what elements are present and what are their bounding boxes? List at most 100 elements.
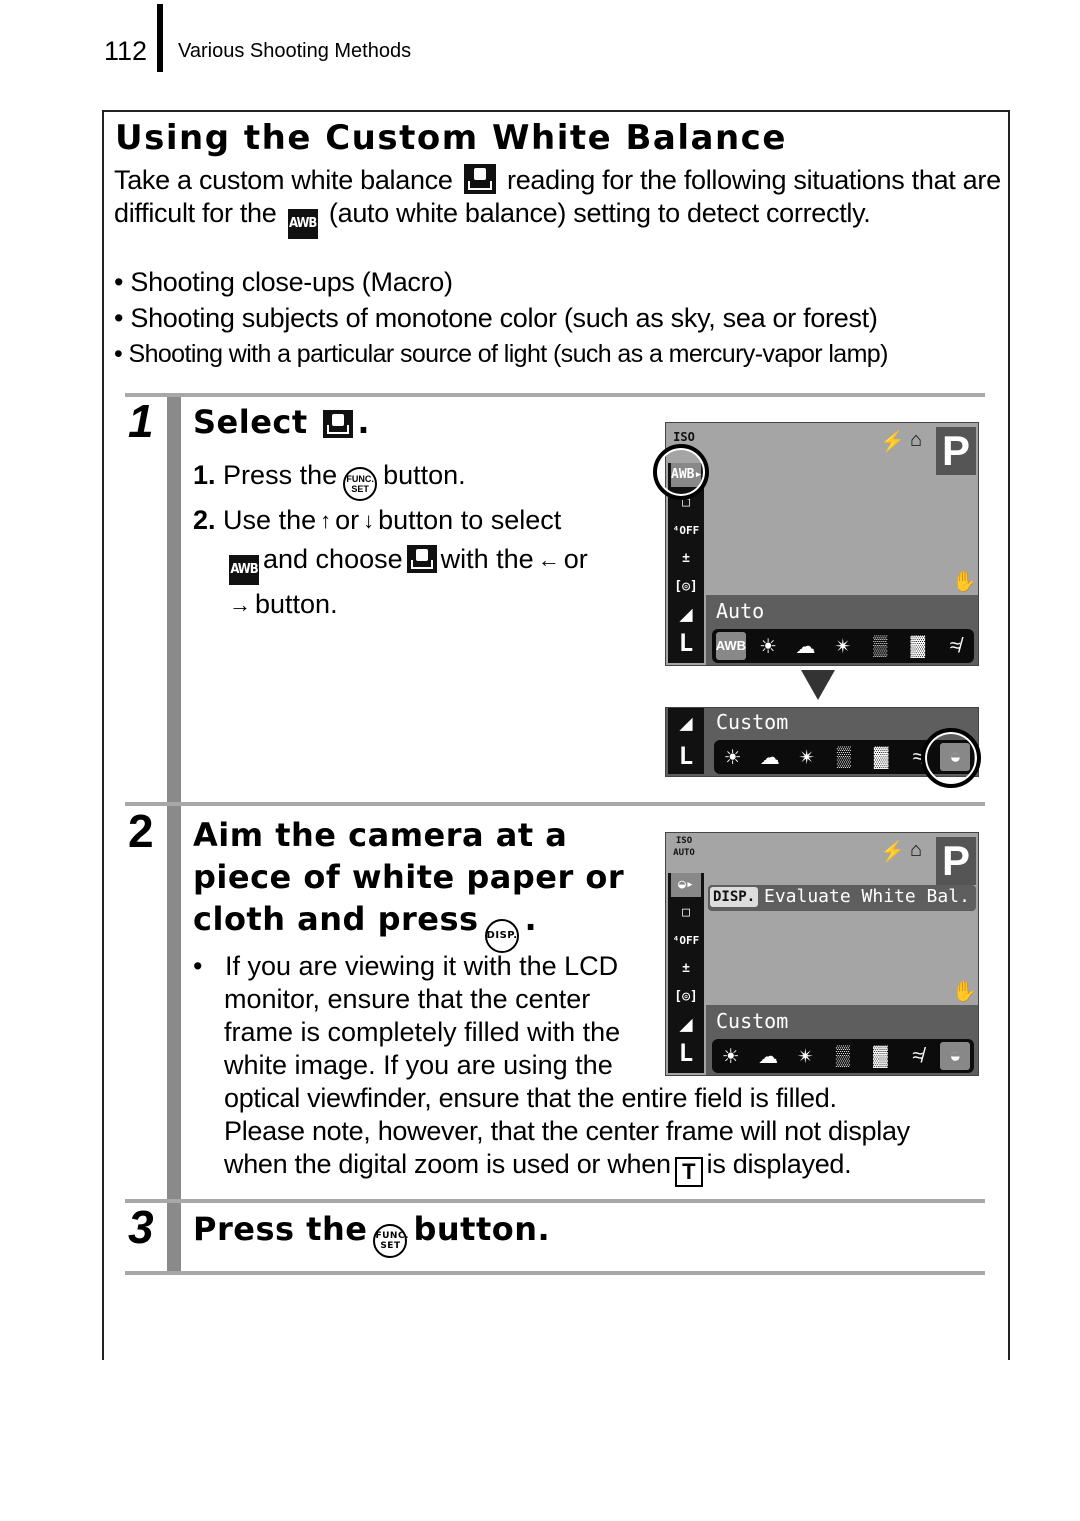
- wb-cloudy-icon: ☁: [759, 746, 780, 769]
- lcd-bottom-panel: Custom ☀ ☁ ✴ ▒ ▓ ≉ ◒: [706, 1005, 978, 1075]
- lcd-sidebar: ◢ L: [668, 708, 704, 774]
- step-instructions: 1. Press the FUNC. SET button. 2. Use the ↑ o…: [193, 456, 653, 624]
- custom-wb-icon: [406, 545, 437, 573]
- custom-wb-icon: [323, 410, 354, 438]
- telephoto-icon: T: [674, 1157, 703, 1187]
- wb-fluorescent-icon: ▒: [835, 1044, 851, 1067]
- step-heading: Select .: [193, 403, 370, 441]
- highlight-circle: [921, 728, 981, 788]
- drive-icon: □: [682, 905, 690, 920]
- awb-icon: AWB: [287, 209, 318, 239]
- situation-list: • Shooting close-ups (Macro) • Shooting …: [114, 266, 1004, 374]
- step-bar: [167, 806, 181, 1200]
- evaluate-wb-banner: DISP. Evaluate White Bal.: [708, 885, 976, 911]
- func-set-button-icon: FUNC. SET: [343, 467, 378, 501]
- disp-label: DISP.: [710, 887, 759, 907]
- quality-icon: ◢: [679, 1012, 693, 1037]
- camera-shake-icon: ✋: [952, 981, 977, 1003]
- wb-tungsten-icon: ✴: [798, 746, 816, 769]
- wb-custom-icon: ◒: [940, 1042, 971, 1070]
- wb-mode-label: Custom: [716, 1009, 789, 1033]
- camera-orientation-icon: ⌂: [910, 839, 923, 861]
- wb-tungsten-icon: ✴: [797, 1045, 814, 1068]
- wb-daylight-icon: ☀: [723, 746, 742, 769]
- wb-fluorescent-h-icon: ▓: [910, 634, 926, 657]
- exposure-comp-icon: ±: [682, 551, 690, 566]
- step-heading: Press the FUNC. SET button.: [193, 1210, 550, 1258]
- section-name: Various Shooting Methods: [178, 40, 412, 62]
- step-bar: [167, 1203, 181, 1271]
- flash-off-icon: ⁴OFF: [672, 524, 700, 537]
- wb-menu-item: ◒▸: [671, 873, 701, 897]
- lcd-screen-evaluate: ISO AUTO ◒▸ □ ⁴OFF ± [◎] ◢ L ⚡ ⌂ P DISP.…: [665, 832, 979, 1076]
- wb-cloudy-icon: ☁: [758, 1045, 779, 1068]
- list-item: • Shooting close-ups (Macro): [114, 267, 453, 297]
- size-icon: L: [678, 629, 694, 657]
- wb-mode-label: Auto: [716, 599, 765, 623]
- highlight-circle: [653, 444, 709, 500]
- quality-icon: ◢: [679, 602, 693, 627]
- flash-icon: ⚡: [880, 431, 905, 453]
- down-arrow-icon: ↓: [363, 508, 375, 533]
- down-arrow-icon: [801, 670, 835, 700]
- step-divider: [125, 393, 985, 397]
- step-divider: [125, 1199, 985, 1203]
- substep-cont: AWB and choose with the ← or: [193, 540, 653, 585]
- wb-fluorescent-h-icon: ▓: [873, 745, 889, 768]
- wb-fluorescent-h-icon: ▓: [873, 1044, 888, 1067]
- step-number: 1: [128, 395, 154, 447]
- substep: 2. Use the ↑ or ↓ button to select: [193, 505, 562, 535]
- substep-cont: → button.: [229, 589, 338, 619]
- mode-indicator: P: [936, 427, 976, 475]
- size-icon: L: [678, 1039, 694, 1067]
- exposure-comp-icon: ±: [682, 961, 690, 976]
- camera-shake-icon: ✋: [952, 571, 977, 593]
- intro-text: Take a custom white balance: [114, 165, 453, 195]
- quality-icon: ◢: [679, 711, 693, 736]
- step-number: 3: [128, 1201, 154, 1253]
- substep: 1. Press the FUNC. SET button.: [193, 456, 653, 501]
- page-title: Using the Custom White Balance: [115, 118, 787, 158]
- wb-tungsten-icon: ✴: [834, 635, 852, 658]
- lcd-bottom-panel: Auto AWB ☀ ☁ ✴ ▒ ▓ ≉: [706, 595, 978, 665]
- func-set-button-icon: FUNC. SET: [373, 1224, 408, 1258]
- intro-text: (auto white balance) setting to detect c…: [328, 198, 871, 228]
- evaluate-message: Evaluate White Bal.: [764, 886, 970, 907]
- awb-icon: AWB: [229, 555, 259, 585]
- list-item: • Shooting with a particular source of l…: [114, 340, 888, 368]
- right-arrow-icon: →: [229, 592, 251, 617]
- wb-cloudy-icon: ☁: [795, 635, 816, 658]
- step-divider: [125, 802, 985, 806]
- wb-options-strip: AWB ☀ ☁ ✴ ▒ ▓ ≉: [712, 629, 974, 663]
- header-divider: [157, 4, 163, 72]
- up-arrow-icon: ↑: [320, 508, 332, 533]
- wb-underwater-icon: ≉: [949, 634, 961, 657]
- flash-icon: ⚡: [880, 841, 905, 863]
- flash-off-icon: ⁴OFF: [672, 934, 700, 947]
- wb-mode-label: Custom: [716, 710, 789, 734]
- size-icon: L: [678, 742, 694, 770]
- step-bar: [167, 397, 181, 803]
- custom-wb-icon: [463, 164, 496, 194]
- step-divider: [125, 1271, 985, 1275]
- step-number: 2: [128, 805, 154, 857]
- camera-orientation-icon: ⌂: [910, 429, 923, 451]
- step-heading: Aim the camera at a piece of white paper…: [193, 814, 624, 953]
- wb-fluorescent-icon: ▒: [836, 745, 852, 768]
- metering-icon: [◎]: [674, 989, 698, 1004]
- metering-icon: [◎]: [674, 579, 698, 594]
- wb-options-strip: ☀ ☁ ✴ ▒ ▓ ≉ ◒: [712, 1039, 974, 1073]
- lcd-sidebar: ◒▸ □ ⁴OFF ± [◎] ◢ L: [668, 873, 704, 1073]
- wb-daylight-icon: ☀: [759, 635, 778, 658]
- wb-daylight-icon: ☀: [721, 1045, 740, 1068]
- left-arrow-icon: ←: [537, 547, 560, 572]
- lcd-screen-auto: ISO AWB▸ □ ⁴OFF ± [◎] ◢ L ⚡ ⌂ P ✋ Auto A…: [665, 422, 979, 666]
- disp-button-icon: DISP.: [484, 919, 519, 953]
- page-number: 112: [104, 36, 148, 66]
- wb-underwater-icon: ≉: [912, 1044, 924, 1067]
- mode-indicator: P: [936, 837, 976, 885]
- wb-auto-icon: AWB: [715, 632, 746, 660]
- wb-fluorescent-icon: ▒: [873, 634, 888, 657]
- list-item: • Shooting subjects of monotone color (s…: [114, 303, 878, 333]
- iso-auto-icon: ISO AUTO: [673, 836, 695, 858]
